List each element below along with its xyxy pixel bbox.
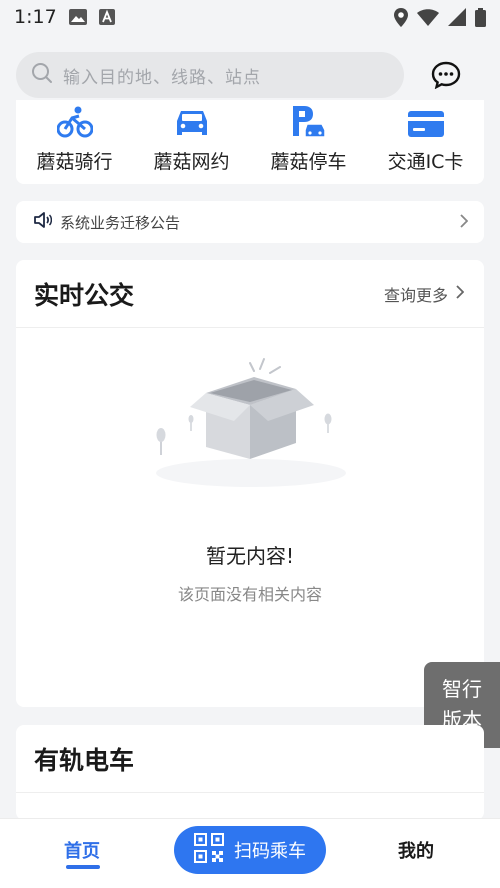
message-bubble-icon [431,61,461,93]
query-more-label: 查询更多 [383,285,448,305]
service-label: 交通IC卡 [387,151,464,173]
tram-card: 有轨电车 [16,725,484,820]
announcement-text: 系统业务迁移公告 [60,213,181,232]
parking-icon [291,102,327,138]
empty-box-illustration [146,355,356,495]
scan-to-ride-label: 扫码乘车 [234,841,306,862]
nav-home-indicator [66,865,100,869]
qr-code-icon [194,832,224,868]
message-button[interactable] [430,61,462,93]
bicycle-icon [56,102,93,138]
service-mushroom-bike[interactable]: 蘑菇骑行 [16,100,133,184]
nav-mine[interactable]: 我的 [398,837,434,863]
location-pin-icon [394,7,408,27]
service-mushroom-parking[interactable]: 蘑菇停车 [250,100,367,184]
wifi-icon [417,8,439,26]
chevron-right-icon [460,213,469,232]
query-more-link[interactable]: 查询更多 [383,282,465,306]
chevron-right-icon [456,284,465,303]
status-bar: 1:17 [0,0,500,34]
realtime-bus-card: 实时公交 查询更多 暂无内容! 该页面没有相关内容 [16,260,484,707]
tram-header: 有轨电车 [16,725,484,793]
empty-subtitle: 该页面没有相关内容 [177,585,322,604]
tram-title: 有轨电车 [34,745,135,775]
service-mushroom-ride-hailing[interactable]: 蘑菇网约 [133,100,250,184]
a-letter-icon [98,9,115,25]
service-ic-card[interactable]: 交通IC卡 [367,100,484,184]
realtime-bus-title: 实时公交 [34,280,135,310]
ic-card-icon [407,102,444,138]
empty-title: 暂无内容! [205,544,295,568]
image-icon [68,9,87,25]
service-label: 蘑菇骑行 [36,151,113,173]
scan-to-ride-button[interactable]: 扫码乘车 [174,826,326,874]
car-icon [174,102,210,138]
announcement-bar[interactable]: 系统业务迁移公告 [16,201,484,243]
search-row: 输入目的地、线路、站点 [0,52,500,100]
nav-home[interactable]: 首页 [64,837,100,863]
service-label: 蘑菇停车 [270,151,347,173]
cellular-signal-icon [448,8,466,26]
realtime-bus-header: 实时公交 查询更多 [16,260,484,328]
search-input[interactable]: 输入目的地、线路、站点 [16,52,404,98]
search-icon [31,62,53,88]
speaker-icon [34,212,53,232]
status-time: 1:17 [14,6,57,28]
smart-version-line1: 智行 [442,677,482,701]
service-label: 蘑菇网约 [153,151,230,173]
services-grid: 蘑菇骑行 蘑菇网约 蘑菇停车 交通IC卡 [16,100,484,184]
battery-icon [475,7,486,27]
search-placeholder: 输入目的地、线路、站点 [63,67,261,88]
